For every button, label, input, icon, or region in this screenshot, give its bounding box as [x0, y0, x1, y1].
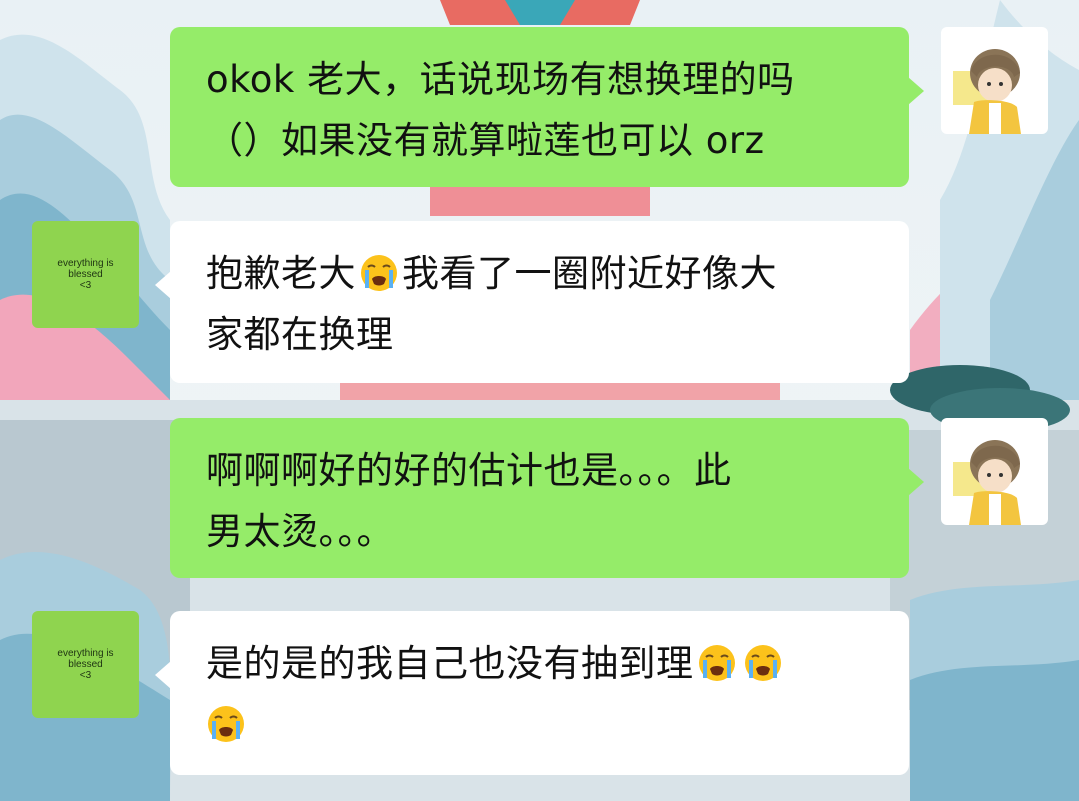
message-text-line: okok 老大，话说现场有想换理的吗 — [206, 58, 795, 101]
message-text-line: 啊啊啊好的好的估计也是。。。此 — [206, 449, 732, 492]
loudly-crying-face-icon — [361, 255, 397, 291]
contact-avatar[interactable]: everything is blessed <3 — [32, 221, 139, 328]
message-text-line: 男太烫。。。 — [206, 510, 394, 553]
anime-character-avatar-icon — [953, 440, 1021, 525]
loudly-crying-face-icon — [698, 645, 735, 681]
message-bubble[interactable]: 是的是的我自己也没有抽到理 — [155, 611, 909, 775]
message-text-line — [206, 694, 875, 755]
my-avatar[interactable] — [941, 27, 1048, 134]
message-text-line: 家都在换理 — [206, 313, 394, 356]
loudly-crying-face-icon — [208, 706, 244, 742]
bubble-tail — [155, 271, 171, 299]
avatar-text: everything is blessed <3 — [57, 258, 114, 291]
bubble-tail — [908, 468, 924, 496]
avatar-text: everything is blessed <3 — [57, 648, 114, 681]
message-bubble[interactable]: okok 老大，话说现场有想换理的吗 （）如果没有就算啦莲也可以 orz — [170, 27, 924, 187]
message-text-line: （）如果没有就算啦莲也可以 orz — [206, 119, 765, 162]
loudly-crying-face-icon — [744, 645, 781, 681]
message-bubble[interactable]: 抱歉老大 我看了一圈附近好像大 家都在换理 — [155, 221, 909, 383]
anime-character-avatar-icon — [953, 49, 1021, 134]
message-text-line: 抱歉老大 我看了一圈附近好像大 — [206, 252, 777, 295]
message-bubble[interactable]: 啊啊啊好的好的估计也是。。。此 男太烫。。。 — [170, 418, 924, 578]
my-avatar[interactable] — [941, 418, 1048, 525]
message-text-line: 是的是的我自己也没有抽到理 — [206, 633, 875, 694]
bubble-tail — [155, 661, 171, 689]
contact-avatar[interactable]: everything is blessed <3 — [32, 611, 139, 718]
bubble-tail — [908, 77, 924, 105]
